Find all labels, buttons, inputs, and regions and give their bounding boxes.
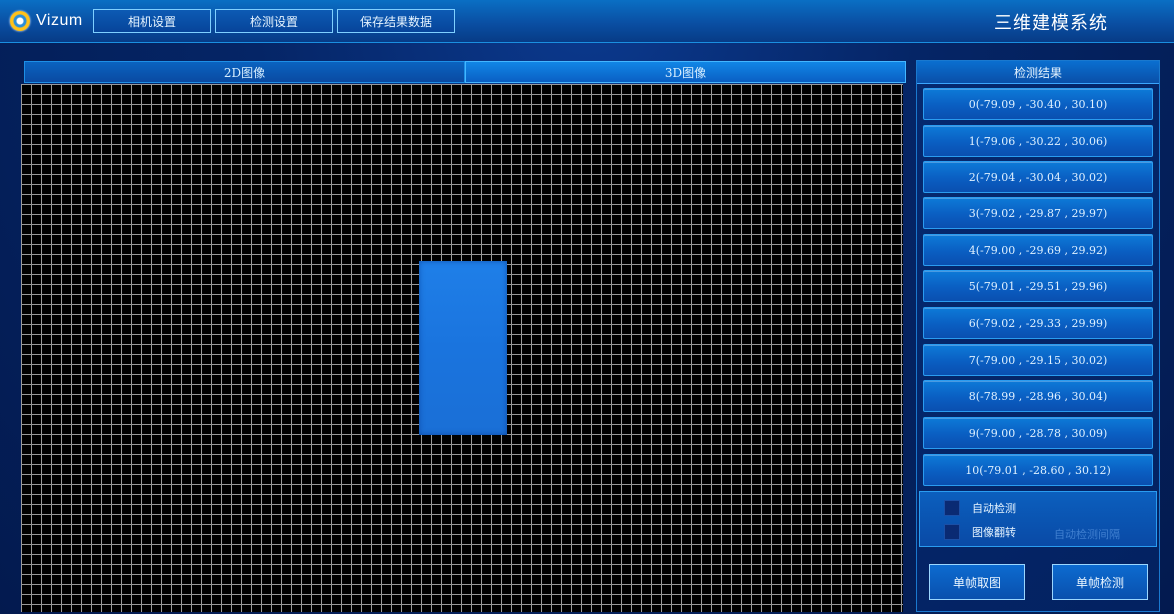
save-results-button[interactable]: 保存结果数据 [337,9,455,33]
image-flip-label: 图像翻转 [972,526,1016,539]
auto-detect-interval-label: 自动检测间隔 [1054,528,1120,541]
tab-3d-image[interactable]: 3D图像 [465,61,906,83]
image-viewport[interactable] [21,84,903,612]
options-box: 自动检测 图像翻转 自动检测间隔 [919,491,1157,547]
result-row[interactable]: 1(-79.06 , -30.22 , 30.06) [923,125,1153,157]
result-row[interactable]: 0(-79.09 , -30.40 , 30.10) [923,88,1153,120]
result-row[interactable]: 7(-79.00 , -29.15 , 30.02) [923,344,1153,376]
single-detect-button[interactable]: 单帧检测 [1052,564,1148,600]
camera-settings-button[interactable]: 相机设置 [93,9,211,33]
results-header: 检测结果 [917,61,1159,84]
auto-detect-option[interactable]: 自动检测 [944,500,1016,516]
result-row[interactable]: 8(-78.99 , -28.96 , 30.04) [923,380,1153,412]
image-tabs: 2D图像 3D图像 [24,61,906,83]
top-bar: Vizum 相机设置 检测设置 保存结果数据 三维建模系统 [0,0,1174,43]
logo: Vizum [10,8,83,34]
result-row[interactable]: 4(-79.00 , -29.69 , 29.92) [923,234,1153,266]
app-window: Vizum 相机设置 检测设置 保存结果数据 三维建模系统 2D图像 3D图像 … [0,0,1174,614]
image-flip-checkbox[interactable] [944,524,960,540]
scanned-object [419,261,507,435]
result-row[interactable]: 6(-79.02 , -29.33 , 29.99) [923,307,1153,339]
vizum-logo-icon [10,11,30,31]
single-capture-button[interactable]: 单帧取图 [929,564,1025,600]
app-title: 三维建模系统 [994,13,1108,34]
auto-detect-checkbox[interactable] [944,500,960,516]
logo-text: Vizum [36,12,83,29]
result-row[interactable]: 5(-79.01 , -29.51 , 29.96) [923,270,1153,302]
result-row[interactable]: 2(-79.04 , -30.04 , 30.02) [923,161,1153,193]
auto-detect-label: 自动检测 [972,502,1016,515]
detection-settings-button[interactable]: 检测设置 [215,9,333,33]
results-panel: 检测结果 0(-79.09 , -30.40 , 30.10) 1(-79.06… [916,60,1160,612]
result-row[interactable]: 10(-79.01 , -28.60 , 30.12) [923,454,1153,486]
image-flip-option[interactable]: 图像翻转 [944,524,1016,540]
result-row[interactable]: 3(-79.02 , -29.87 , 29.97) [923,197,1153,229]
tab-2d-image[interactable]: 2D图像 [24,61,465,83]
result-row[interactable]: 9(-79.00 , -28.78 , 30.09) [923,417,1153,449]
